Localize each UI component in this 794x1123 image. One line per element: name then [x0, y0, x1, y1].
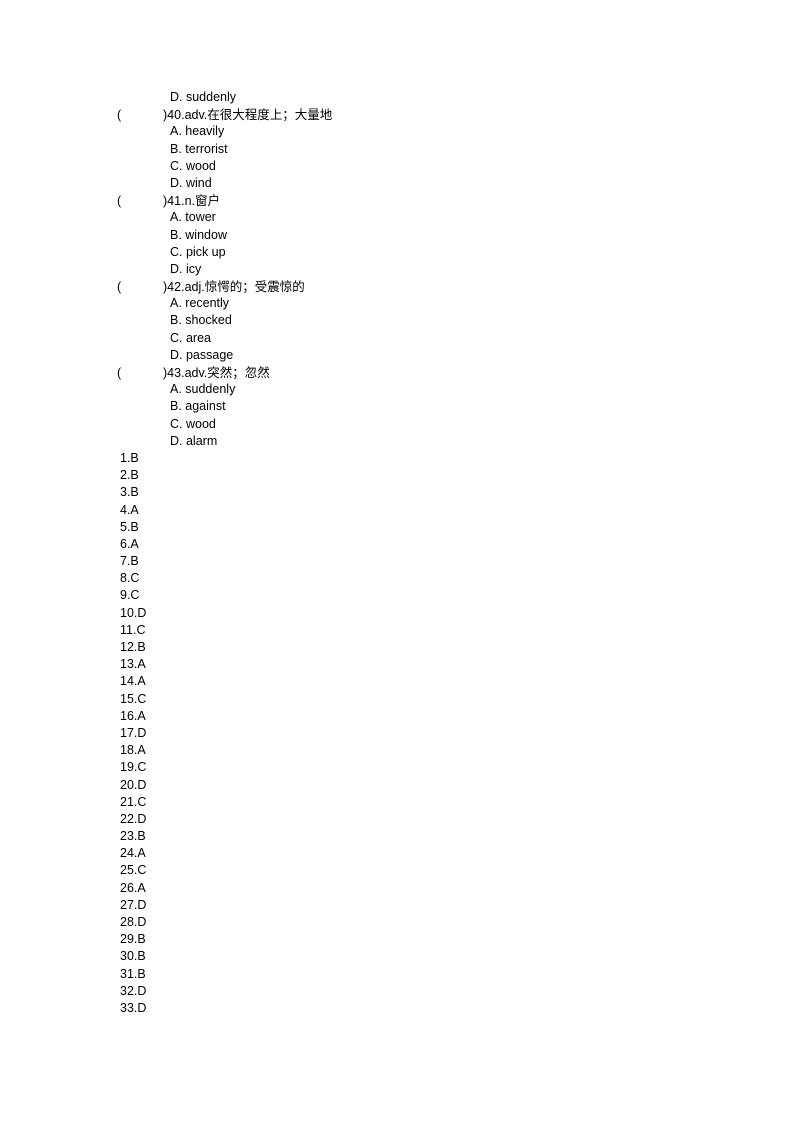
answer-key-entry: 25.C: [120, 863, 147, 878]
answer-key-entry: 19.C: [120, 760, 147, 775]
question-number: 42.: [167, 280, 185, 295]
question-option[interactable]: D. passage: [117, 347, 717, 364]
answer-key-entry: 16.A: [120, 708, 146, 723]
question-option[interactable]: A. heavily: [117, 123, 717, 140]
answer-key-entry: 28.D: [120, 915, 147, 929]
question-option[interactable]: B. shocked: [117, 312, 717, 329]
question-block: ()41.n.窗户 A. tower B. window C. pick up D. i…: [117, 192, 717, 278]
answer-blank-bracket-open[interactable]: (: [117, 365, 163, 382]
question-prompt-chinese: 在很大程度上；大量地: [207, 107, 333, 123]
question-option[interactable]: B. window: [117, 227, 717, 244]
question-stem: ()41.n.窗户: [117, 192, 717, 209]
orphan-option-line: D. suddenly: [170, 90, 237, 104]
answer-key-entry: 11.C: [120, 622, 146, 637]
question-number: 41.: [167, 194, 185, 209]
question-number: 40.: [167, 108, 185, 123]
question-block: ()42.adj.惊愕的；受震惊的 A. recently B. shocked C.…: [117, 278, 717, 364]
answer-key-list: 1.B 2.B 3.B 4.A 5.B 6.A 7.B 8.C 9.C 10.D 11.C 12.B 1…: [117, 450, 717, 1017]
question-option[interactable]: C. pick up: [117, 244, 717, 261]
question-option[interactable]: C. wood: [117, 416, 717, 433]
answer-key-entry: 4.A: [120, 502, 139, 517]
document-page: D. suddenly ()40.adv.在很大程度上；大量地 A. heavil…: [0, 0, 794, 1123]
answer-key-entry: 12.B: [120, 640, 146, 654]
question-number: 43.: [167, 366, 185, 380]
answer-key-entry: 29.B: [120, 932, 146, 947]
question-option[interactable]: C. wood: [117, 158, 717, 175]
answer-key-entry: 14.A: [120, 674, 146, 689]
part-of-speech: adv.: [184, 366, 208, 380]
question-option[interactable]: A. suddenly: [117, 381, 717, 398]
question-prompt-chinese: 惊愕的；受震惊的: [204, 279, 305, 295]
answer-key-entry: 5.B: [120, 519, 139, 534]
answer-key-entry: 26.A: [120, 880, 146, 895]
question-block: ()40.adv.在很大程度上；大量地 A. heavily B. terroris…: [117, 106, 717, 192]
answer-blank-bracket-open[interactable]: (: [117, 193, 163, 210]
answer-key-entry: 8.C: [120, 571, 140, 586]
document-body: D. suddenly ()40.adv.在很大程度上；大量地 A. heavil…: [117, 89, 717, 1017]
answer-key-entry: 31.B: [120, 966, 146, 981]
question-option[interactable]: D. wind: [117, 175, 717, 192]
answer-key-entry: 27.D: [120, 897, 147, 912]
answer-key-entry: 22.D: [120, 811, 147, 826]
answer-key-entry: 21.C: [120, 794, 147, 809]
answer-key-entry: 13.A: [120, 657, 146, 672]
answer-key-entry: 6.A: [120, 536, 139, 551]
answer-key-entry: 1.B: [120, 450, 139, 465]
answer-key-entry: 20.D: [120, 777, 147, 792]
answer-key-entry: 15.C: [120, 691, 147, 706]
answer-blank-bracket-open[interactable]: (: [117, 107, 163, 124]
question-prompt-chinese: 突然；忽然: [207, 365, 270, 380]
part-of-speech: adj.: [184, 280, 205, 295]
answer-key-entry: 23.B: [120, 829, 146, 844]
question-stem: ()40.adv.在很大程度上；大量地: [117, 106, 717, 123]
answer-key-entry: 9.C: [120, 588, 140, 603]
answer-key-entry: 3.B: [120, 485, 139, 500]
question-option[interactable]: B. terrorist: [117, 141, 717, 158]
question-option[interactable]: C. area: [117, 330, 717, 347]
question-stem: ()42.adj.惊愕的；受震惊的: [117, 278, 717, 295]
question-list: ()40.adv.在很大程度上；大量地 A. heavily B. terroris…: [117, 106, 717, 450]
answer-key-entry: 33.D: [120, 1000, 147, 1015]
answer-key-entry: 7.B: [120, 554, 139, 569]
answer-key-entry: 30.B: [120, 949, 146, 964]
question-option[interactable]: D. icy: [117, 261, 717, 278]
question-option[interactable]: B. against: [117, 398, 717, 415]
part-of-speech: n.: [184, 194, 195, 209]
answer-key-entry: 10.D: [120, 605, 147, 620]
question-prompt-chinese: 窗户: [195, 193, 221, 209]
part-of-speech: adv.: [184, 108, 208, 123]
answer-blank-bracket-open[interactable]: (: [117, 279, 163, 296]
question-option[interactable]: A. tower: [117, 209, 717, 226]
answer-key-entry: 2.B: [120, 468, 139, 483]
question-stem: ()43.adv.突然；忽然: [117, 364, 717, 381]
question-block: ()43.adv.突然；忽然 A. suddenly B. against C. wo…: [117, 364, 717, 450]
question-option[interactable]: A. recently: [117, 295, 717, 312]
question-option[interactable]: D. alarm: [117, 433, 717, 450]
answer-key-entry: 24.A: [120, 846, 146, 861]
answer-key-entry: 18.A: [120, 743, 146, 758]
answer-key-entry: 17.D: [120, 725, 147, 740]
answer-key-entry: 32.D: [120, 983, 147, 998]
